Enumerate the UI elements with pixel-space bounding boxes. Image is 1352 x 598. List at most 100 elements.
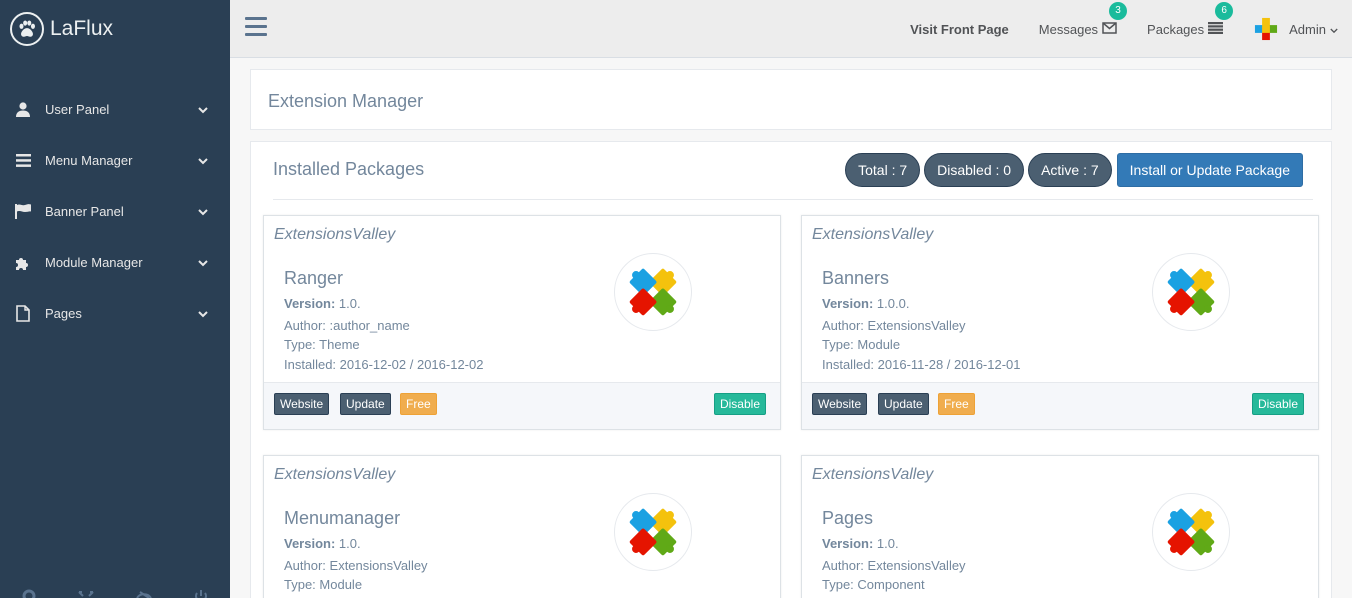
- version-label: Version:: [284, 536, 336, 551]
- package-card: ExtensionsValley Menumanager Version: 1.…: [263, 455, 781, 598]
- package-name: Pages: [822, 508, 874, 528]
- package-stats: Total : 7 Disabled : 0 Active : 7 Instal…: [845, 153, 1303, 187]
- sidebar-item-banner-panel[interactable]: Banner Panel: [0, 186, 230, 237]
- puzzle-logo-icon: [614, 253, 692, 331]
- sidebar-nav: User Panel Menu Manager Banner Panel Mod…: [0, 84, 230, 339]
- package-version: Version: 1.0.: [284, 296, 361, 311]
- version-label: Version:: [284, 296, 336, 311]
- free-badge: Free: [400, 393, 437, 415]
- total-badge: Total : 7: [845, 153, 921, 187]
- top-bar: Visit Front Page Messages 3 Packages 6 A…: [230, 0, 1352, 58]
- package-type: Type: Module: [284, 577, 363, 592]
- package-vendor: ExtensionsValley: [274, 466, 396, 483]
- paw-icon: [10, 12, 44, 46]
- package-type: Type: Module: [822, 337, 901, 352]
- envelope-icon: [1102, 21, 1117, 37]
- package-author: Author: ExtensionsValley: [822, 558, 966, 573]
- page-title-panel: Extension Manager: [250, 69, 1332, 130]
- eye-slash-icon[interactable]: [115, 580, 172, 598]
- chevron-down-icon: [198, 153, 208, 168]
- package-vendor: ExtensionsValley: [812, 466, 934, 483]
- version-value: 1.0.: [338, 296, 361, 311]
- package-author: Author: ExtensionsValley: [822, 318, 966, 333]
- divider: [273, 199, 1313, 200]
- package-name: Ranger: [284, 268, 344, 288]
- chevron-down-icon: [198, 255, 208, 270]
- free-badge: Free: [938, 393, 975, 415]
- fullscreen-icon[interactable]: [58, 580, 115, 598]
- card-footer: Website Update Free Disable: [264, 382, 780, 429]
- version-value: 1.0.0.: [876, 296, 910, 311]
- section-title: Installed Packages: [273, 159, 425, 179]
- card-footer: Website Update Free Disable: [802, 382, 1318, 429]
- package-type: Type: Theme: [284, 337, 360, 352]
- package-installed: Installed: 2016-11-28 / 2016-12-01: [822, 357, 1021, 372]
- user-menu[interactable]: Admin: [1253, 16, 1338, 42]
- flag-icon: [15, 204, 31, 220]
- sidebar-footer: [0, 580, 230, 598]
- brand-name: LaFlux: [50, 17, 114, 40]
- package-card: ExtensionsValley Ranger Version: 1.0. Au…: [263, 215, 781, 430]
- package-vendor: ExtensionsValley: [274, 226, 396, 243]
- puzzle-icon: [15, 255, 31, 271]
- brand[interactable]: LaFlux: [0, 0, 230, 58]
- puzzle-logo-icon: [1152, 493, 1230, 571]
- update-button[interactable]: Update: [878, 393, 929, 415]
- disable-button[interactable]: Disable: [1251, 393, 1304, 415]
- disable-button[interactable]: Disable: [713, 393, 766, 415]
- sidebar-item-label: Module Manager: [45, 255, 143, 270]
- sidebar-item-user-panel[interactable]: User Panel: [0, 84, 230, 135]
- package-author: Author: :author_name: [284, 318, 410, 333]
- version-value: 1.0.: [876, 536, 899, 551]
- chevron-down-icon: [198, 306, 208, 321]
- page-title: Extension Manager: [268, 91, 424, 111]
- user-icon: [15, 102, 31, 118]
- install-update-package-button[interactable]: Install or Update Package: [1116, 153, 1303, 187]
- sidebar-item-label: Menu Manager: [45, 153, 133, 168]
- messages-link[interactable]: Messages 3: [1038, 1, 1128, 37]
- disabled-badge: Disabled : 0: [924, 153, 1025, 187]
- package-type: Type: Component: [822, 577, 925, 592]
- sidebar-item-label: Banner Panel: [45, 204, 124, 219]
- package-name: Banners: [822, 268, 890, 288]
- packages-link[interactable]: Packages 6: [1147, 1, 1234, 37]
- visit-front-page-link[interactable]: Visit Front Page: [910, 22, 1009, 37]
- package-version: Version: 1.0.0.: [822, 296, 909, 311]
- messages-label: Messages: [1038, 21, 1099, 37]
- package-version: Version: 1.0.: [822, 536, 899, 551]
- avatar: [1253, 16, 1279, 42]
- version-label: Version:: [822, 536, 874, 551]
- package-installed: Installed: 2016-12-02 / 2016-12-02: [284, 357, 484, 372]
- active-badge: Active : 7: [1028, 153, 1112, 187]
- chevron-down-icon: [1330, 22, 1338, 37]
- package-author: Author: ExtensionsValley: [284, 558, 428, 573]
- puzzle-logo-icon: [1152, 253, 1230, 331]
- menu-toggle-button[interactable]: [245, 17, 267, 39]
- user-name: Admin: [1289, 21, 1326, 37]
- sidebar-item-module-manager[interactable]: Module Manager: [0, 237, 230, 288]
- list-icon: [1208, 21, 1224, 37]
- sidebar-item-pages[interactable]: Pages: [0, 288, 230, 339]
- sidebar-item-label: User Panel: [45, 102, 110, 117]
- messages-count-badge: 3: [1109, 1, 1128, 20]
- update-button[interactable]: Update: [340, 393, 391, 415]
- website-button[interactable]: Website: [812, 393, 868, 415]
- website-button[interactable]: Website: [274, 393, 330, 415]
- version-value: 1.0.: [338, 536, 361, 551]
- sidebar-item-label: Pages: [45, 306, 82, 321]
- chevron-down-icon: [198, 204, 208, 219]
- packages-label: Packages: [1147, 21, 1205, 37]
- package-name: Menumanager: [284, 508, 401, 528]
- packages-count-badge: 6: [1215, 1, 1234, 20]
- gear-icon[interactable]: [0, 580, 57, 598]
- power-icon[interactable]: [173, 580, 230, 598]
- package-card: ExtensionsValley Pages Version: 1.0. Aut…: [801, 455, 1319, 598]
- bars-icon: [15, 153, 31, 169]
- package-vendor: ExtensionsValley: [812, 226, 934, 243]
- sidebar-item-menu-manager[interactable]: Menu Manager: [0, 135, 230, 186]
- sidebar: LaFlux User Panel Menu Manager Banner Pa…: [0, 0, 230, 598]
- puzzle-logo-icon: [614, 493, 692, 571]
- package-version: Version: 1.0.: [284, 536, 361, 551]
- package-card: ExtensionsValley Banners Version: 1.0.0.…: [801, 215, 1319, 430]
- chevron-down-icon: [198, 102, 208, 117]
